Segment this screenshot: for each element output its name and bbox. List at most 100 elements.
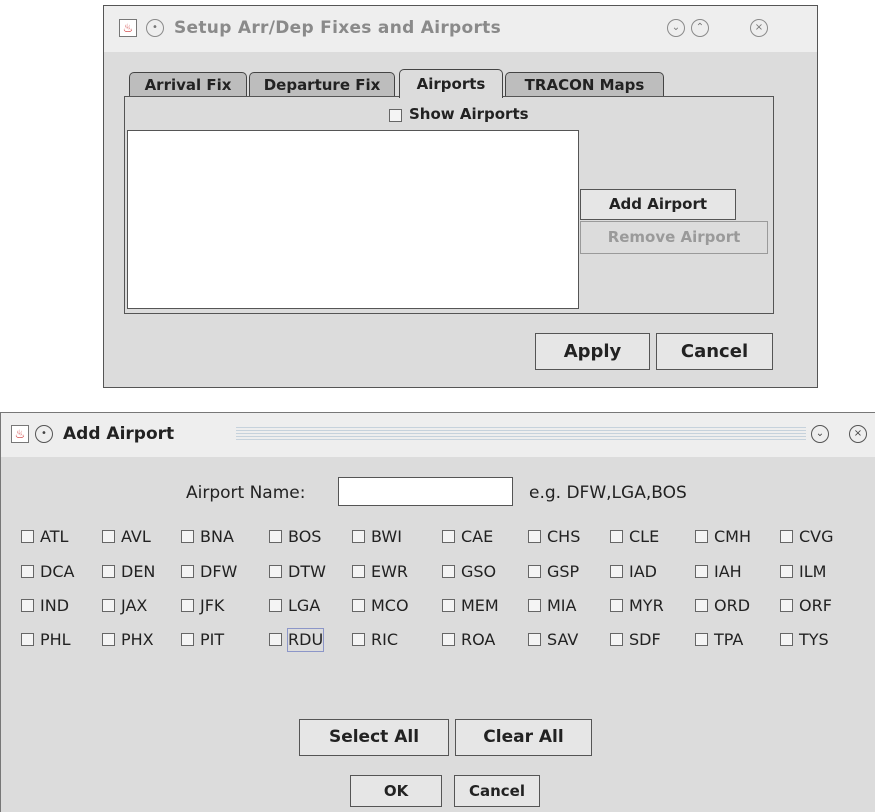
airport-checkbox[interactable]	[352, 599, 365, 612]
tab-departure-fix[interactable]: Departure Fix	[249, 72, 395, 97]
java-cup-icon[interactable]: ♨	[11, 425, 29, 443]
airport-code-label: CMH	[714, 527, 752, 546]
airport-checkbox[interactable]	[780, 530, 793, 543]
maximize-icon[interactable]: ⌃	[691, 19, 709, 37]
airport-code-label: RDU	[286, 628, 325, 652]
airport-checkbox[interactable]	[442, 565, 455, 578]
example-hint: e.g. DFW,LGA,BOS	[529, 483, 687, 503]
close-icon[interactable]: ×	[750, 19, 768, 37]
airport-checkbox[interactable]	[695, 599, 708, 612]
window-menu-icon[interactable]: •	[146, 19, 164, 37]
add-airport-titlebar[interactable]: ♨ • Add Airport ⌄ ×	[1, 413, 875, 457]
airport-checkbox[interactable]	[102, 599, 115, 612]
airport-checkbox[interactable]	[695, 565, 708, 578]
clear-all-button[interactable]: Clear All	[455, 719, 592, 756]
airport-code-label: JFK	[200, 596, 225, 615]
airport-code-label: IAD	[629, 562, 657, 581]
airport-code-label: LGA	[288, 596, 321, 615]
airport-checkbox[interactable]	[528, 530, 541, 543]
airport-checkbox[interactable]	[352, 530, 365, 543]
airport-code-label: BWI	[371, 527, 402, 546]
airport-code-label: PIT	[200, 630, 225, 649]
airport-checkbox[interactable]	[442, 599, 455, 612]
tab-arrival-fix[interactable]: Arrival Fix	[129, 72, 247, 97]
select-all-button[interactable]: Select All	[299, 719, 449, 756]
tab-tracon-maps[interactable]: TRACON Maps	[505, 72, 664, 97]
airport-code-label: SDF	[629, 630, 661, 649]
airport-checkbox[interactable]	[102, 565, 115, 578]
minimize-icon[interactable]: ⌄	[811, 425, 829, 443]
airport-code-label: GSP	[547, 562, 580, 581]
add-airport-dialog: ♨ • Add Airport ⌄ × Airport Name: e.g. D…	[0, 412, 875, 812]
airport-checkbox[interactable]	[695, 633, 708, 646]
apply-button[interactable]: Apply	[535, 333, 650, 370]
airport-checkbox[interactable]	[21, 633, 34, 646]
airport-code-label: IND	[40, 596, 70, 615]
airport-checkbox[interactable]	[610, 599, 623, 612]
airport-code-label: MCO	[371, 596, 409, 615]
airport-code-label: AVL	[121, 527, 151, 546]
airport-code-label: ORD	[714, 596, 751, 615]
minimize-icon[interactable]: ⌄	[667, 19, 685, 37]
airport-checkbox[interactable]	[780, 599, 793, 612]
show-airports-checkbox[interactable]	[389, 109, 402, 122]
airport-checkbox[interactable]	[352, 565, 365, 578]
remove-airport-button[interactable]: Remove Airport	[580, 221, 768, 254]
airport-code-label: RIC	[371, 630, 399, 649]
airport-code-label: PHL	[40, 630, 71, 649]
airport-checkbox[interactable]	[269, 565, 282, 578]
airport-code-label: MIA	[547, 596, 577, 615]
airport-code-label: CLE	[629, 527, 660, 546]
airport-code-label: TPA	[714, 630, 744, 649]
airport-checkbox[interactable]	[780, 633, 793, 646]
airport-checkbox[interactable]	[21, 530, 34, 543]
airport-checkbox[interactable]	[269, 633, 282, 646]
airport-checkbox[interactable]	[181, 633, 194, 646]
airport-checkbox[interactable]	[610, 530, 623, 543]
airport-checkbox[interactable]	[181, 599, 194, 612]
airport-checkbox[interactable]	[102, 530, 115, 543]
window-menu-icon[interactable]: •	[35, 425, 53, 443]
java-cup-icon[interactable]: ♨	[119, 19, 137, 37]
setup-dialog: ♨ • Setup Arr/Dep Fixes and Airports ⌄ ⌃…	[103, 5, 818, 388]
airport-code-label: MYR	[629, 596, 664, 615]
airport-code-label: PHX	[121, 630, 154, 649]
airport-checkbox[interactable]	[610, 565, 623, 578]
airport-checkbox[interactable]	[528, 565, 541, 578]
close-icon[interactable]: ×	[849, 425, 867, 443]
ok-button[interactable]: OK	[350, 775, 442, 807]
airport-checkbox[interactable]	[102, 633, 115, 646]
airport-checkbox[interactable]	[21, 565, 34, 578]
airport-checkbox[interactable]	[21, 599, 34, 612]
airport-code-label: DTW	[288, 562, 326, 581]
airport-checkbox[interactable]	[695, 530, 708, 543]
airport-checkbox[interactable]	[528, 633, 541, 646]
setup-dialog-title: Setup Arr/Dep Fixes and Airports	[174, 18, 502, 38]
airport-checkbox[interactable]	[442, 530, 455, 543]
airport-code-label: GSO	[461, 562, 497, 581]
add-airport-dialog-title: Add Airport	[63, 424, 175, 444]
airport-checkbox[interactable]	[528, 599, 541, 612]
airport-code-label: ILM	[799, 562, 827, 581]
airport-checkbox[interactable]	[269, 530, 282, 543]
airports-tab-panel: Show Airports Add Airport Remove Airport	[124, 96, 774, 314]
tab-airports[interactable]: Airports	[399, 69, 503, 98]
airport-code-label: TYS	[799, 630, 829, 649]
airport-checkbox[interactable]	[442, 633, 455, 646]
cancel-button[interactable]: Cancel	[656, 333, 773, 370]
airport-checkbox[interactable]	[181, 565, 194, 578]
airport-code-label: IAH	[714, 562, 742, 581]
setup-dialog-titlebar[interactable]: ♨ • Setup Arr/Dep Fixes and Airports ⌄ ⌃…	[104, 6, 817, 52]
titlebar-grip	[236, 427, 806, 442]
airport-checkbox[interactable]	[352, 633, 365, 646]
airports-list[interactable]	[127, 130, 579, 309]
dialog-cancel-button[interactable]: Cancel	[454, 775, 540, 807]
airport-checkbox[interactable]	[780, 565, 793, 578]
airport-checkbox[interactable]	[181, 530, 194, 543]
airport-name-input[interactable]	[338, 477, 513, 506]
show-airports-label: Show Airports	[409, 105, 529, 123]
airport-code-label: ATL	[40, 527, 69, 546]
airport-checkbox[interactable]	[610, 633, 623, 646]
airport-checkbox[interactable]	[269, 599, 282, 612]
add-airport-button[interactable]: Add Airport	[580, 189, 736, 220]
